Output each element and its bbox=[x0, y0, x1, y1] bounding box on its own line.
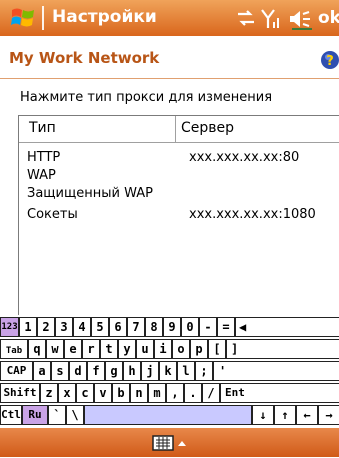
volume-icon[interactable] bbox=[288, 8, 314, 34]
key-ctrl[interactable]: Ctl bbox=[0, 405, 22, 425]
key-m[interactable]: m bbox=[148, 383, 166, 403]
key-tab[interactable]: Tab bbox=[0, 339, 28, 359]
key-space[interactable] bbox=[84, 405, 252, 425]
key-c[interactable]: c bbox=[76, 383, 94, 403]
column-header-type[interactable]: Тип bbox=[29, 120, 56, 136]
proxy-type: HTTP bbox=[27, 150, 61, 165]
title-separator bbox=[42, 6, 44, 30]
key-d[interactable]: d bbox=[69, 361, 87, 381]
proxy-server: xxx.xxx.xx.xx:1080 bbox=[189, 207, 316, 222]
signal-strength-icon[interactable] bbox=[260, 8, 282, 34]
key-language[interactable]: Ru bbox=[22, 405, 48, 425]
key-r[interactable]: r bbox=[82, 339, 100, 359]
help-icon[interactable]: ? bbox=[320, 50, 339, 74]
key-u[interactable]: u bbox=[136, 339, 154, 359]
key-up-arrow[interactable]: ↑ bbox=[274, 405, 296, 425]
key-backslash[interactable]: \ bbox=[66, 405, 84, 425]
list-item[interactable]: WAP bbox=[19, 166, 339, 186]
key-equals[interactable]: = bbox=[217, 317, 235, 337]
key-enter[interactable]: Ent bbox=[220, 383, 339, 403]
key-n[interactable]: n bbox=[130, 383, 148, 403]
proxy-server: xxx.xxx.xx.xx:80 bbox=[189, 150, 300, 165]
key-k[interactable]: k bbox=[159, 361, 177, 381]
input-panel-button[interactable] bbox=[152, 432, 192, 454]
key-backtick[interactable]: ` bbox=[48, 405, 66, 425]
title-bar: Настройки ok bbox=[0, 0, 339, 36]
keyboard-icon bbox=[152, 435, 186, 451]
key-j[interactable]: j bbox=[141, 361, 159, 381]
key-4[interactable]: 4 bbox=[73, 317, 91, 337]
backspace-icon: ◀ bbox=[239, 320, 247, 334]
page-title: My Work Network bbox=[9, 49, 160, 67]
key-123[interactable]: 123 bbox=[0, 317, 19, 337]
app-title: Настройки bbox=[52, 7, 157, 27]
list-item[interactable]: Сокеты xxx.xxx.xx.xx:1080 bbox=[19, 205, 339, 225]
ok-button[interactable]: ok bbox=[318, 4, 339, 32]
tab-icon: Tab bbox=[5, 346, 23, 356]
key-semicolon[interactable]: ; bbox=[195, 361, 213, 381]
key-comma[interactable]: , bbox=[166, 383, 184, 403]
key-s[interactable]: s bbox=[51, 361, 69, 381]
key-p[interactable]: p bbox=[190, 339, 208, 359]
key-e[interactable]: e bbox=[64, 339, 82, 359]
column-separator[interactable] bbox=[175, 116, 176, 142]
key-6[interactable]: 6 bbox=[109, 317, 127, 337]
bottom-menu-bar bbox=[0, 428, 339, 457]
key-2[interactable]: 2 bbox=[37, 317, 55, 337]
key-o[interactable]: o bbox=[172, 339, 190, 359]
key-t[interactable]: t bbox=[100, 339, 118, 359]
column-header-server[interactable]: Сервер bbox=[181, 120, 234, 136]
key-w[interactable]: w bbox=[46, 339, 64, 359]
proxy-list[interactable]: Тип Сервер HTTP xxx.xxx.xx.xx:80 WAP Защ… bbox=[18, 115, 339, 316]
key-g[interactable]: g bbox=[105, 361, 123, 381]
key-l[interactable]: l bbox=[177, 361, 195, 381]
key-f[interactable]: f bbox=[87, 361, 105, 381]
key-h[interactable]: h bbox=[123, 361, 141, 381]
key-left-bracket[interactable]: [ bbox=[208, 339, 226, 359]
header-divider bbox=[0, 78, 339, 79]
list-header: Тип Сервер bbox=[19, 116, 339, 143]
key-z[interactable]: z bbox=[40, 383, 58, 403]
key-quote[interactable]: ' bbox=[213, 361, 339, 381]
key-8[interactable]: 8 bbox=[145, 317, 163, 337]
connectivity-icon[interactable] bbox=[236, 8, 256, 32]
key-shift[interactable]: Shift bbox=[0, 383, 40, 403]
proxy-type: Защищенный WAP bbox=[27, 186, 153, 201]
svg-text:?: ? bbox=[326, 54, 334, 69]
key-period[interactable]: . bbox=[184, 383, 202, 403]
key-i[interactable]: i bbox=[154, 339, 172, 359]
key-y[interactable]: y bbox=[118, 339, 136, 359]
key-right-arrow[interactable]: → bbox=[318, 405, 339, 425]
key-3[interactable]: 3 bbox=[55, 317, 73, 337]
key-9[interactable]: 9 bbox=[163, 317, 181, 337]
soft-keyboard: 123 1 2 3 4 5 6 7 8 9 0 - = ◀ Tab q w e … bbox=[0, 315, 339, 428]
key-down-arrow[interactable]: ↓ bbox=[252, 405, 274, 425]
key-a[interactable]: a bbox=[33, 361, 51, 381]
proxy-type: Сокеты bbox=[27, 207, 78, 222]
list-item[interactable]: HTTP xxx.xxx.xx.xx:80 bbox=[19, 148, 339, 168]
key-0[interactable]: 0 bbox=[181, 317, 199, 337]
key-5[interactable]: 5 bbox=[91, 317, 109, 337]
key-slash[interactable]: / bbox=[202, 383, 220, 403]
page-header: My Work Network ? bbox=[0, 40, 339, 76]
key-v[interactable]: v bbox=[94, 383, 112, 403]
key-1[interactable]: 1 bbox=[19, 317, 37, 337]
key-caps[interactable]: CAP bbox=[0, 361, 33, 381]
key-backspace[interactable]: ◀ bbox=[235, 317, 339, 337]
key-7[interactable]: 7 bbox=[127, 317, 145, 337]
key-left-arrow[interactable]: ← bbox=[296, 405, 318, 425]
key-b[interactable]: b bbox=[112, 383, 130, 403]
key-right-bracket[interactable]: ] bbox=[226, 339, 339, 359]
key-q[interactable]: q bbox=[28, 339, 46, 359]
list-item[interactable]: Защищенный WAP bbox=[19, 184, 339, 204]
proxy-type: WAP bbox=[27, 168, 56, 183]
key-x[interactable]: x bbox=[58, 383, 76, 403]
instruction-text: Нажмите тип прокси для изменения bbox=[20, 90, 273, 105]
windows-start-icon[interactable] bbox=[10, 6, 36, 30]
key-minus[interactable]: - bbox=[199, 317, 217, 337]
